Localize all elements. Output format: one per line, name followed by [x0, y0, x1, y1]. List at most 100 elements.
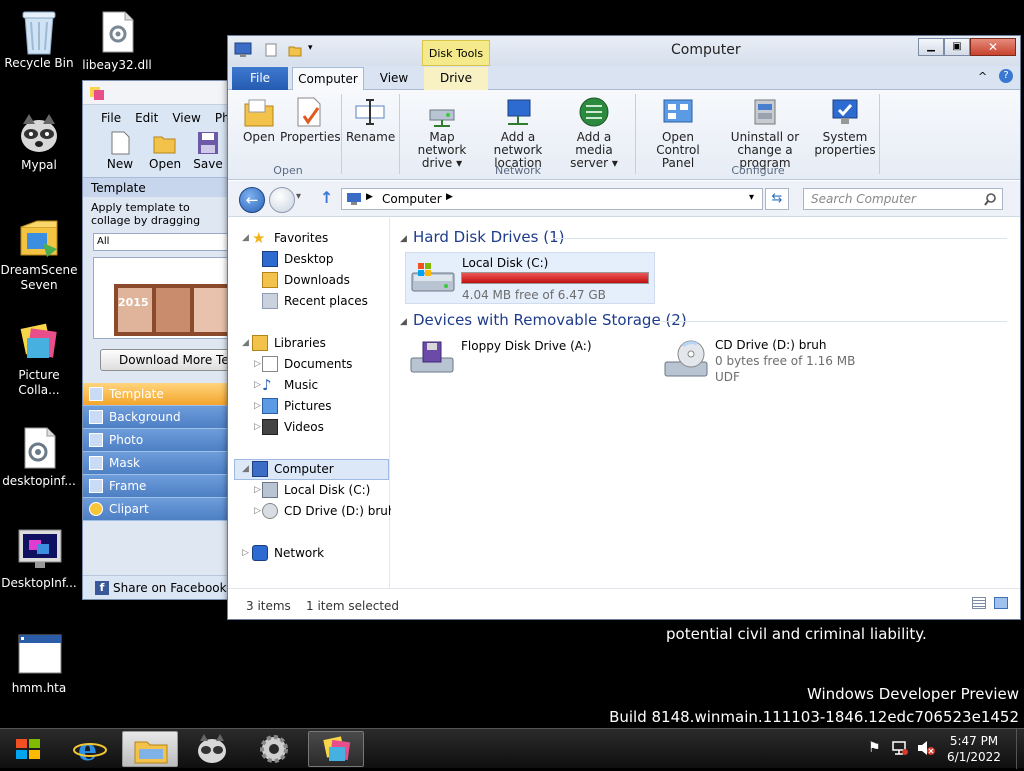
close-button[interactable]: ✕ [970, 38, 1016, 56]
group-collapse-icon[interactable]: ◢ [400, 234, 407, 244]
action-center-flag-icon[interactable]: ⚑ [868, 740, 881, 756]
desktop-icon-libeay32[interactable]: libeay32.dll [78, 10, 156, 73]
desktop-icon-hmm-hta[interactable]: hmm.hta [0, 633, 78, 696]
clock[interactable]: 5:47 PM 6/1/2022 [944, 733, 1004, 765]
tab-file[interactable]: File [232, 67, 288, 90]
menu-file[interactable]: File [101, 111, 121, 127]
add-network-location-button[interactable]: Add a network location [480, 96, 556, 170]
desktop-icon-mypal[interactable]: Mypal [0, 110, 78, 173]
up-arrow-icon[interactable]: ↑ [320, 188, 333, 207]
drive-floppy-a[interactable]: Floppy Disk Drive (A:) [405, 334, 635, 384]
desktop-icon-dreamscene[interactable]: DreamScene Seven [0, 215, 78, 293]
expand-arrow-icon[interactable]: ▷ [254, 401, 261, 411]
save-button[interactable]: Save [193, 131, 223, 177]
rename-button[interactable]: Rename [346, 96, 395, 144]
taskbar-picture-collage[interactable] [308, 731, 364, 767]
tab-view[interactable]: View [368, 67, 420, 90]
category-clipart[interactable]: Clipart [83, 498, 231, 521]
nav-favorites[interactable]: ★ Favorites [252, 228, 328, 248]
recent-locations-icon[interactable]: ▾ [296, 191, 301, 202]
help-icon[interactable]: ? [999, 69, 1013, 83]
expand-arrow-icon[interactable]: ▷ [254, 506, 261, 516]
nav-recent-places[interactable]: Recent places [262, 291, 368, 311]
nav-desktop[interactable]: Desktop [262, 249, 334, 269]
desktop-icon-recycle-bin[interactable]: Recycle Bin [0, 8, 78, 71]
properties-qat-icon[interactable] [264, 43, 278, 57]
details-view-icon[interactable] [972, 597, 986, 609]
category-frame[interactable]: Frame [83, 475, 231, 498]
nav-network[interactable]: Network [252, 543, 324, 563]
refresh-button[interactable]: ⇆ [765, 188, 789, 210]
menu-view[interactable]: View [172, 111, 200, 127]
nav-libraries[interactable]: Libraries [252, 333, 326, 353]
address-dropdown-icon[interactable]: ▾ [749, 192, 754, 203]
taskbar-internet-explorer[interactable]: e [62, 731, 118, 768]
nav-documents[interactable]: Documents [262, 354, 352, 374]
taskbar-file-explorer[interactable] [122, 731, 178, 767]
collapse-arrow-icon[interactable]: ◢ [242, 233, 249, 243]
volume-muted-icon[interactable] [916, 740, 936, 756]
maximize-button[interactable]: ▣ [944, 38, 970, 56]
nav-videos[interactable]: Videos [262, 417, 324, 437]
drive-local-disk-c[interactable]: Local Disk (C:) 4.04 MB free of 6.47 GB [405, 252, 655, 304]
group-collapse-icon[interactable]: ◢ [400, 317, 407, 327]
collage-titlebar[interactable] [83, 81, 231, 105]
open-control-panel-button[interactable]: Open Control Panel [640, 96, 716, 170]
category-photo[interactable]: Photo [83, 429, 231, 452]
network-tray-icon[interactable] [891, 740, 909, 756]
collapse-arrow-icon[interactable]: ◢ [242, 464, 249, 474]
qat-dropdown-icon[interactable]: ▾ [308, 43, 313, 53]
system-properties-button[interactable]: System properties [814, 96, 876, 157]
taskbar-settings[interactable] [246, 731, 302, 767]
category-mask[interactable]: Mask [83, 452, 231, 475]
search-input[interactable]: Search Computer [803, 188, 1003, 210]
template-filter-select[interactable]: All [93, 233, 231, 251]
map-network-drive-button[interactable]: Map network drive ▾ [404, 96, 480, 170]
template-preview[interactable]: 2015 [93, 257, 231, 339]
open-button[interactable]: Open [149, 131, 181, 177]
open-button[interactable]: Open [240, 96, 278, 144]
nav-cd-drive[interactable]: CD Drive (D:) bruh [262, 501, 395, 521]
forward-button[interactable] [269, 187, 295, 213]
group-header-removable-storage[interactable]: Devices with Removable Storage (2) [413, 311, 687, 329]
properties-button[interactable]: Properties [280, 96, 341, 144]
category-background[interactable]: Background [83, 406, 231, 429]
add-media-server-button[interactable]: Add a media server ▾ [558, 96, 630, 170]
new-folder-qat-icon[interactable] [288, 43, 302, 57]
nav-pictures[interactable]: Pictures [262, 396, 332, 416]
share-on-facebook-button[interactable]: f Share on Facebook [83, 575, 231, 599]
drive-cd-d[interactable]: CD Drive (D:) bruh 0 bytes free of 1.16 … [661, 334, 891, 390]
menu-edit[interactable]: Edit [135, 111, 158, 127]
taskbar-mypal[interactable] [184, 731, 240, 767]
start-button[interactable] [2, 731, 54, 767]
large-icons-view-icon[interactable] [994, 597, 1008, 609]
nav-music[interactable]: ♪ Music [262, 375, 318, 395]
expand-arrow-icon[interactable]: ▷ [242, 548, 249, 558]
tab-drive[interactable]: Drive [424, 67, 488, 90]
group-header-hard-disk-drives[interactable]: Hard Disk Drives (1) [413, 228, 564, 246]
address-box[interactable]: ▶ Computer ▶ ▾ [341, 188, 763, 210]
desktop-icon-desktopinf-file[interactable]: desktopinf... [0, 426, 78, 489]
show-desktop-button[interactable] [1016, 729, 1024, 769]
minimize-button[interactable]: ▁ [918, 38, 944, 56]
ribbon-collapse-icon[interactable]: ^ [978, 70, 987, 83]
uninstall-program-button[interactable]: Uninstall or change a program [716, 96, 814, 170]
expand-arrow-icon[interactable]: ▷ [254, 485, 261, 495]
breadcrumb-computer[interactable]: Computer [382, 192, 442, 206]
desktop-icon-picture-collage[interactable]: Picture Colla... [0, 320, 78, 398]
nav-computer[interactable]: Computer [252, 459, 334, 479]
download-more-templates-button[interactable]: Download More Te [100, 349, 231, 371]
category-template[interactable]: Template [83, 383, 231, 406]
nav-downloads[interactable]: Downloads [262, 270, 350, 290]
expand-arrow-icon[interactable]: ▷ [254, 380, 261, 390]
expand-arrow-icon[interactable]: ▷ [254, 422, 261, 432]
collapse-arrow-icon[interactable]: ◢ [242, 338, 249, 348]
breadcrumb-separator-icon[interactable]: ▶ [446, 192, 453, 202]
explorer-titlebar[interactable]: ▾ Disk Tools Computer ▁ ▣ ✕ [228, 36, 1020, 66]
nav-local-disk[interactable]: Local Disk (C:) [262, 480, 370, 500]
tab-computer[interactable]: Computer [292, 67, 364, 91]
back-button[interactable]: ← [239, 187, 265, 213]
new-button[interactable]: New [105, 131, 135, 177]
expand-arrow-icon[interactable]: ▷ [254, 359, 261, 369]
desktop-icon-desktopinf-app[interactable]: DesktopInf... [0, 528, 78, 591]
